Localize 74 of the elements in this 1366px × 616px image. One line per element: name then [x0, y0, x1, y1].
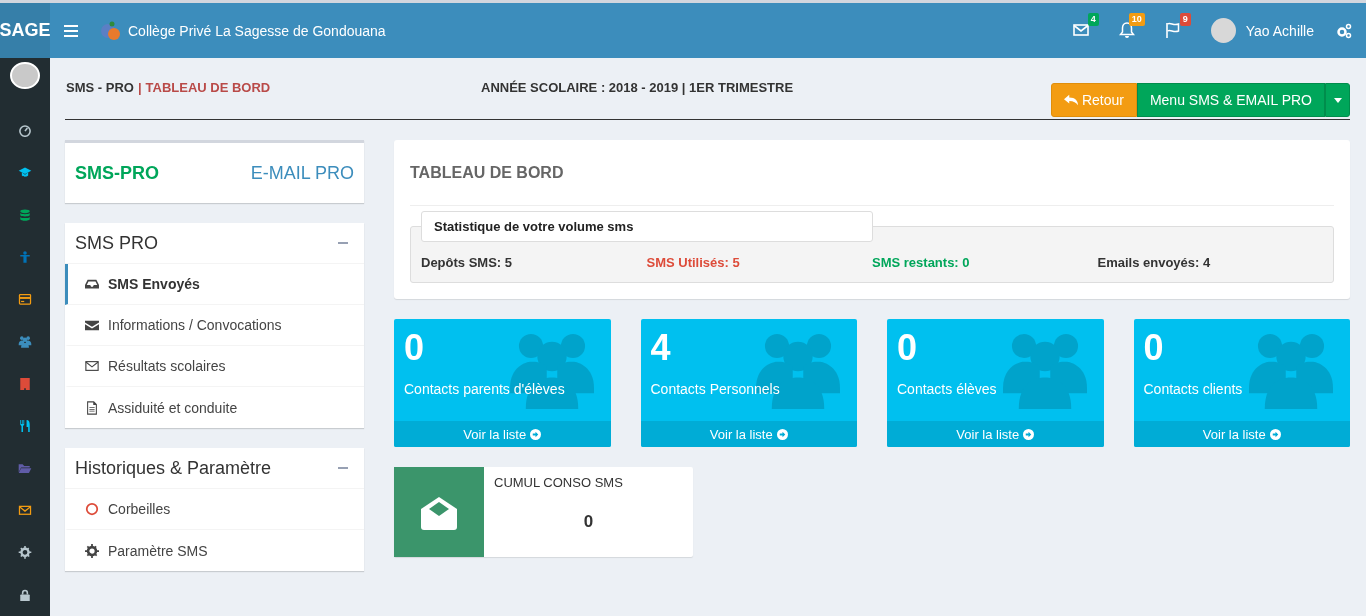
stat-label: SMS restants: 0: [872, 255, 971, 270]
gauge-icon[interactable]: [18, 124, 32, 137]
app-logo[interactable]: SAGE: [0, 3, 50, 58]
panel-title: Historiques & Paramètre: [75, 457, 272, 479]
count-badge: 4: [1087, 12, 1099, 26]
stats-title: Statistique de votre volume sms: [421, 211, 873, 242]
breadcrumb-page: TABLEAU DE BORD: [145, 80, 271, 95]
view-list-link[interactable]: Voir la liste: [640, 421, 857, 447]
settings-icon[interactable]: [1336, 22, 1352, 39]
count-badge: 10: [1128, 12, 1145, 26]
module-tab[interactable]: E-MAIL PRO: [250, 162, 354, 184]
school-name: Collège Privé La Sagesse de Gondouana: [128, 22, 386, 39]
menu-button[interactable]: Menu SMS & EMAIL PRO: [1136, 83, 1325, 117]
dashboard-title: TABLEAU DE BORD: [410, 140, 1334, 206]
database-icon[interactable]: [18, 208, 32, 222]
menu-item[interactable]: Informations / Convocations: [65, 305, 364, 346]
contact-label: Contacts clients: [1143, 381, 1243, 397]
menu-icon[interactable]: [64, 24, 78, 37]
card-value: 0: [583, 512, 594, 532]
inbox-icon: [85, 277, 99, 291]
arrow-circle-icon: [1023, 428, 1035, 440]
contact-count: 4: [650, 327, 672, 369]
view-list-link[interactable]: Voir la liste: [394, 421, 611, 447]
arrow-circle-icon: [1269, 428, 1281, 440]
settings-icon[interactable]: [18, 546, 32, 560]
stat-label: SMS Utilisés: 5: [646, 255, 741, 270]
envelope-icon: [85, 359, 99, 373]
person-icon[interactable]: [18, 250, 32, 264]
folder-icon[interactable]: [18, 462, 32, 475]
menu-item[interactable]: Résultats scolaires: [65, 346, 364, 387]
contact-label: Contacts élèves: [897, 381, 997, 397]
settings-icon: [85, 543, 99, 558]
view-list-link[interactable]: Voir la liste: [1133, 421, 1350, 447]
contact-count: 0: [404, 327, 426, 369]
contact-count: 0: [1143, 327, 1165, 369]
stat-label: Depôts SMS: 5: [421, 255, 513, 270]
envelope-icon: [85, 318, 99, 332]
card-title: CUMUL CONSO SMS: [494, 475, 624, 490]
arrow-circle-icon: [530, 428, 542, 440]
document-icon: [85, 400, 99, 415]
view-list-link[interactable]: Voir la liste: [887, 421, 1104, 447]
bell-icon[interactable]: [1118, 21, 1135, 38]
stat-label: Emails envoyés: 4: [1097, 255, 1212, 270]
menu-item[interactable]: Assiduité et conduite: [65, 387, 364, 428]
menu-item[interactable]: Corbeilles: [65, 489, 364, 530]
school-logo-icon: [100, 19, 122, 42]
flag-icon[interactable]: [1164, 21, 1181, 38]
credit-card-icon[interactable]: [18, 293, 32, 306]
module-tab[interactable]: SMS-PRO: [75, 162, 159, 184]
breadcrumb-separator: |: [137, 80, 142, 95]
users-icon[interactable]: [18, 335, 32, 348]
contact-label: Contacts parents d'élèves: [404, 381, 565, 397]
circle-icon: [85, 502, 99, 516]
back-button[interactable]: Retour: [1050, 83, 1137, 117]
graduation-cap-icon[interactable]: [18, 166, 32, 180]
count-badge: 9: [1179, 12, 1191, 26]
dropdown-button[interactable]: [1325, 83, 1350, 117]
fork-knife-icon[interactable]: [18, 419, 32, 433]
breadcrumb-module[interactable]: SMS - PRO: [66, 80, 134, 95]
caret-icon: [1333, 97, 1342, 103]
user-avatar[interactable]: [10, 62, 40, 90]
user-name[interactable]: Yao Achille: [1245, 22, 1314, 39]
arrow-circle-icon: [776, 428, 788, 440]
contact-count: 0: [897, 327, 919, 369]
reply-arrow-icon: [1063, 93, 1078, 107]
contact-label: Contacts Personnels: [650, 381, 780, 397]
building-icon[interactable]: [18, 377, 32, 391]
lock-icon[interactable]: [18, 588, 32, 602]
school-year-label: ANNÉE SCOLAIRE : 2018 - 2019 | 1ER TRIMESTRE: [480, 80, 795, 95]
envelope-icon[interactable]: [1072, 21, 1089, 38]
panel-title: SMS PRO: [75, 232, 158, 254]
envelope-icon[interactable]: [18, 504, 32, 517]
menu-item[interactable]: SMS Envoyés: [65, 264, 364, 305]
menu-item[interactable]: Paramètre SMS: [65, 530, 364, 571]
